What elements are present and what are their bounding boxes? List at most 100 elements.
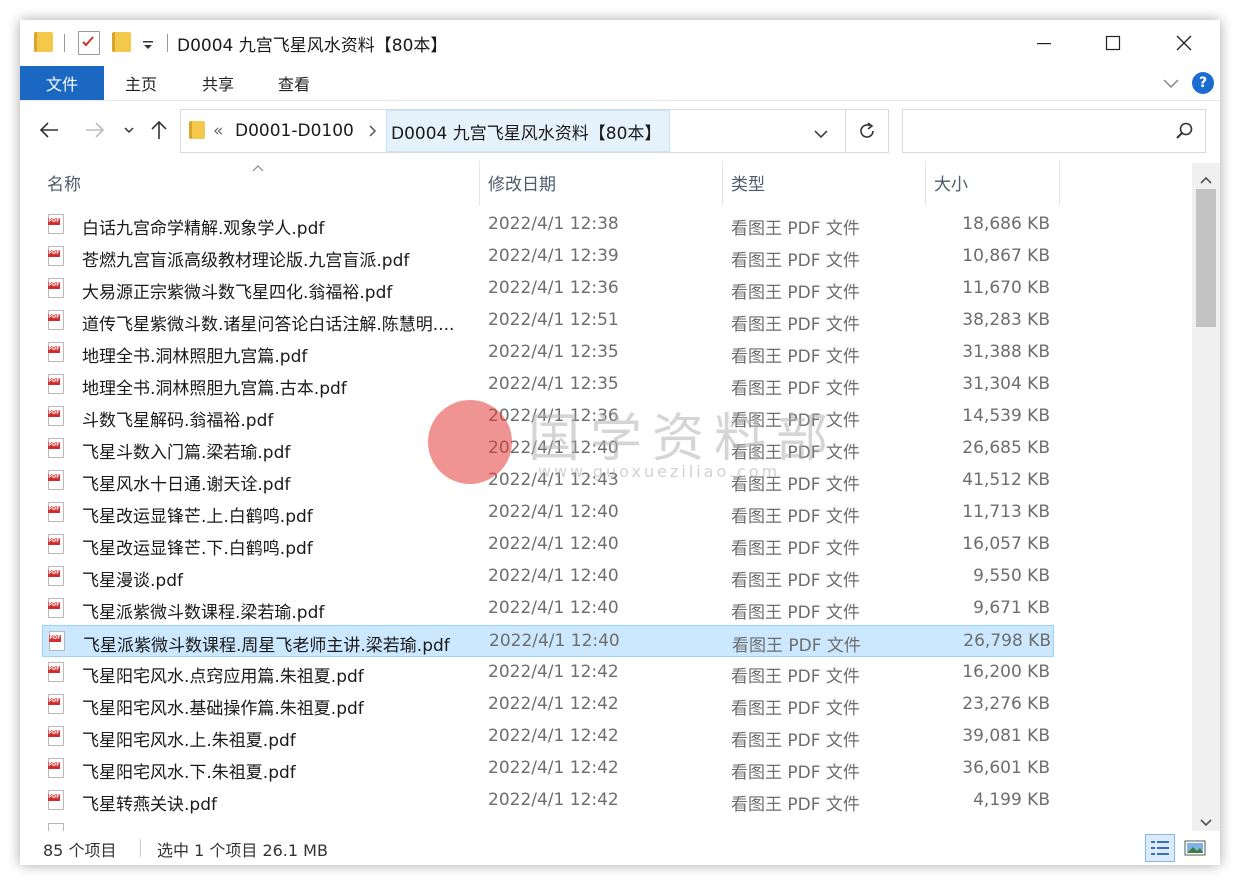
pdf-file-icon bbox=[48, 534, 64, 554]
column-divider[interactable] bbox=[479, 161, 480, 205]
file-name: 苍燃九宫盲派高级教材理论版.九宫盲派.pdf bbox=[82, 251, 410, 271]
table-row[interactable]: 飞星派紫微斗数课程.周星飞老师主讲.梁若瑜.pdf 2022/4/1 12:40 看… bbox=[42, 625, 1054, 657]
file-type: 看图王 PDF 文件 bbox=[731, 667, 860, 687]
file-date: 2022/4/1 12:39 bbox=[488, 246, 619, 266]
help-icon[interactable]: ? bbox=[1192, 72, 1214, 94]
breadcrumb-current[interactable]: D0004 九宫飞星风水资料【80本】 bbox=[386, 110, 671, 152]
column-divider[interactable] bbox=[722, 161, 723, 205]
table-row[interactable]: 道传飞星紫微斗数.诸星问答论白话注解.陈慧明.... 2022/4/1 12:51… bbox=[42, 305, 1054, 337]
dropdown-icon[interactable] bbox=[142, 36, 154, 55]
divider bbox=[167, 34, 168, 52]
maximize-icon bbox=[1105, 35, 1121, 51]
back-arrow-icon bbox=[39, 122, 58, 138]
table-row[interactable]: 白话九宫命学精解.观象学人.pdf 2022/4/1 12:38 看图王 PDF 文… bbox=[42, 209, 1054, 241]
scrollbar-thumb[interactable] bbox=[1196, 189, 1216, 327]
column-header-type[interactable]: 类型 bbox=[731, 170, 765, 195]
pdf-file-icon bbox=[48, 310, 64, 330]
details-view-button[interactable] bbox=[1145, 834, 1175, 862]
file-name: 飞星转燕关诀.pdf bbox=[82, 795, 217, 815]
table-row[interactable]: 大易源正宗紫微斗数飞星四化.翁福裕.pdf 2022/4/1 12:36 看图王 P… bbox=[42, 273, 1054, 305]
minimize-button[interactable] bbox=[1011, 20, 1077, 66]
file-date: 2022/4/1 12:40 bbox=[488, 438, 619, 458]
divider bbox=[64, 34, 65, 52]
file-type: 看图王 PDF 文件 bbox=[731, 347, 860, 367]
table-row[interactable]: 飞星阳宅风水.基础操作篇.朱祖夏.pdf 2022/4/1 12:42 看图王 PD… bbox=[42, 689, 1054, 721]
table-row[interactable]: 地理全书.洞林照胆九宫篇.古本.pdf 2022/4/1 12:35 看图王 PDF… bbox=[42, 369, 1054, 401]
search-input[interactable] bbox=[902, 109, 1206, 153]
column-header-size[interactable]: 大小 bbox=[934, 170, 968, 195]
table-row[interactable]: 飞星斗数入门篇.梁若瑜.pdf 2022/4/1 12:40 看图王 PDF 文件 2… bbox=[42, 433, 1054, 465]
tab-home[interactable]: 主页 bbox=[125, 66, 157, 100]
address-dropdown-icon[interactable] bbox=[813, 125, 829, 144]
breadcrumb-parent[interactable]: D0001-D0100 bbox=[235, 121, 354, 141]
scroll-up-icon[interactable] bbox=[1199, 170, 1213, 189]
pdf-file-icon bbox=[48, 694, 64, 714]
new-folder-icon[interactable] bbox=[112, 32, 131, 52]
table-row[interactable]: 飞星阳宅风水.下.朱祖夏.pdf 2022/4/1 12:42 看图王 PDF 文件… bbox=[42, 753, 1054, 785]
table-row[interactable]: 飞星改运显锋芒.上.白鹤鸣.pdf 2022/4/1 12:40 看图王 PDF 文… bbox=[42, 497, 1054, 529]
table-row[interactable]: 飞星阳宅风水.点窍应用篇.朱祖夏.pdf 2022/4/1 12:42 看图王 PD… bbox=[42, 657, 1054, 689]
table-row-partial[interactable] bbox=[42, 823, 1054, 831]
table-row[interactable]: 飞星派紫微斗数课程.梁若瑜.pdf 2022/4/1 12:40 看图王 PDF 文… bbox=[42, 593, 1054, 625]
file-date: 2022/4/1 12:42 bbox=[488, 662, 619, 682]
table-row[interactable]: 斗数飞星解码.翁福裕.pdf 2022/4/1 12:36 看图王 PDF 文件 14… bbox=[42, 401, 1054, 433]
scroll-down-icon[interactable] bbox=[1199, 813, 1213, 832]
back-button[interactable] bbox=[38, 119, 60, 141]
table-row[interactable]: 飞星改运显锋芒.下.白鹤鸣.pdf 2022/4/1 12:40 看图王 PDF 文… bbox=[42, 529, 1054, 561]
file-date: 2022/4/1 12:40 bbox=[489, 631, 620, 651]
forward-button[interactable] bbox=[84, 119, 106, 141]
properties-icon[interactable] bbox=[78, 31, 100, 55]
table-row[interactable]: 飞星转燕关诀.pdf 2022/4/1 12:42 看图王 PDF 文件 4,199 … bbox=[42, 785, 1054, 817]
tab-file[interactable]: 文件 bbox=[20, 66, 104, 100]
selection-info: 选中 1 个项目 26.1 MB bbox=[157, 841, 328, 860]
overflow-chevron[interactable]: « bbox=[213, 121, 223, 141]
forward-arrow-icon bbox=[86, 122, 105, 138]
recent-locations-button[interactable] bbox=[118, 119, 140, 141]
file-size: 16,200 KB bbox=[962, 662, 1050, 682]
maximize-button[interactable] bbox=[1080, 20, 1146, 66]
explorer-window: D0004 九宫飞星风水资料【80本】 文件 主页 共享 查看 ? « D000… bbox=[20, 20, 1220, 865]
close-button[interactable] bbox=[1151, 20, 1217, 66]
breadcrumb-separator-icon[interactable] bbox=[367, 123, 377, 143]
vertical-scrollbar[interactable] bbox=[1192, 163, 1220, 831]
table-row[interactable]: 飞星漫谈.pdf 2022/4/1 12:40 看图王 PDF 文件 9,550 KB bbox=[42, 561, 1054, 593]
table-row[interactable]: 苍燃九宫盲派高级教材理论版.九宫盲派.pdf 2022/4/1 12:39 看图王 … bbox=[42, 241, 1054, 273]
table-row[interactable]: 飞星风水十日通.谢天诠.pdf 2022/4/1 12:43 看图王 PDF 文件 4… bbox=[42, 465, 1054, 497]
title-bar: D0004 九宫飞星风水资料【80本】 bbox=[20, 20, 1220, 66]
column-divider[interactable] bbox=[925, 161, 926, 205]
recent-dropdown-icon bbox=[124, 127, 134, 134]
details-view-icon bbox=[1151, 841, 1169, 855]
file-size: 9,671 KB bbox=[973, 598, 1050, 618]
file-name: 飞星漫谈.pdf bbox=[82, 571, 183, 591]
file-type: 看图王 PDF 文件 bbox=[731, 315, 860, 335]
table-row[interactable]: 飞星阳宅风水.上.朱祖夏.pdf 2022/4/1 12:42 看图王 PDF 文件… bbox=[42, 721, 1054, 753]
tab-view[interactable]: 查看 bbox=[278, 66, 310, 100]
table-row[interactable]: 地理全书.洞林照胆九宫篇.pdf 2022/4/1 12:35 看图王 PDF 文件… bbox=[42, 337, 1054, 369]
chevron-down-icon[interactable] bbox=[1162, 76, 1180, 95]
address-bar[interactable]: « D0001-D0100 D0004 九宫飞星风水资料【80本】 bbox=[180, 109, 889, 153]
status-bar: 85 个项目 选中 1 个项目 26.1 MB bbox=[20, 831, 1220, 865]
large-icons-view-button[interactable] bbox=[1180, 834, 1210, 862]
file-type: 看图王 PDF 文件 bbox=[731, 251, 860, 271]
file-date: 2022/4/1 12:35 bbox=[488, 374, 619, 394]
refresh-icon[interactable] bbox=[857, 121, 877, 145]
large-icons-view-icon bbox=[1184, 840, 1206, 856]
file-name: 道传飞星紫微斗数.诸星问答论白话注解.陈慧明.... bbox=[82, 315, 455, 335]
column-header-date[interactable]: 修改日期 bbox=[488, 170, 556, 195]
column-divider[interactable] bbox=[1059, 161, 1060, 205]
file-type: 看图王 PDF 文件 bbox=[731, 539, 860, 559]
file-size: 26,685 KB bbox=[962, 438, 1050, 458]
up-button[interactable] bbox=[148, 119, 170, 141]
file-size: 26,798 KB bbox=[963, 631, 1051, 651]
file-type: 看图王 PDF 文件 bbox=[731, 283, 860, 303]
pdf-file-icon bbox=[48, 662, 64, 682]
file-type: 看图王 PDF 文件 bbox=[731, 219, 860, 239]
pdf-file-icon bbox=[48, 246, 64, 266]
file-date: 2022/4/1 12:40 bbox=[488, 502, 619, 522]
file-name: 地理全书.洞林照胆九宫篇.pdf bbox=[82, 347, 308, 367]
file-name: 飞星派紫微斗数课程.梁若瑜.pdf bbox=[82, 603, 325, 623]
file-size: 11,670 KB bbox=[962, 278, 1050, 298]
column-header-name[interactable]: 名称 bbox=[47, 170, 81, 195]
file-date: 2022/4/1 12:40 bbox=[488, 534, 619, 554]
tab-share[interactable]: 共享 bbox=[202, 66, 234, 100]
